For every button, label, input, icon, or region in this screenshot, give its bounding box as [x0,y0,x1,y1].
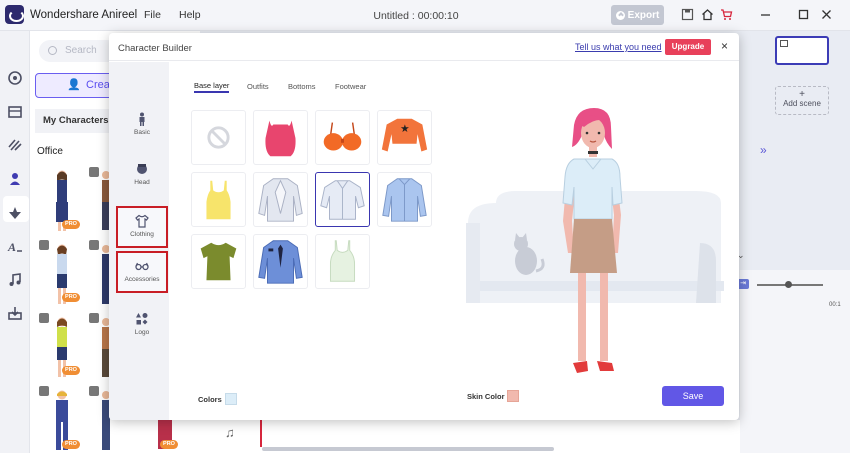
tab-basic-label: Basic [134,129,150,136]
skin-color-swatch[interactable] [507,390,519,402]
close-dialog-icon[interactable]: × [721,40,728,52]
add-scene-button[interactable]: + Add scene [775,86,829,115]
clothing-item-yellow-tank-top[interactable] [191,172,246,227]
download-icon[interactable] [39,313,49,323]
clothing-item-orange-bikini-top[interactable] [315,110,370,165]
music-track-icon[interactable]: ♫ [225,425,235,440]
preview-character [562,108,623,373]
pro-badge: PRO [62,293,80,302]
close-window-icon[interactable] [820,8,833,21]
horizontal-scrollbar[interactable] [262,447,554,451]
preview-scene [466,108,724,373]
search-input[interactable]: Search [39,40,119,62]
clothing-item-blue-shirt[interactable] [377,172,432,227]
svg-text:★: ★ [400,123,410,135]
clothing-item-green-camisole[interactable] [315,234,370,289]
none-icon [207,126,230,149]
maximize-icon[interactable] [797,8,810,21]
scene-number-icon [780,40,788,47]
shapes-icon [135,312,149,326]
tab-logo[interactable]: Logo [116,306,168,348]
media-icon[interactable] [7,70,23,86]
section-title-office: Office [37,146,63,157]
tab-bottoms[interactable]: Bottoms [288,82,316,91]
create-character-button[interactable]: Create [35,73,119,98]
shirt-icon [135,214,149,228]
clothing-item-blue-uniform-shirt[interactable] [253,234,308,289]
clothing-item-white-blouse[interactable] [315,172,370,227]
pro-badge: PRO [160,440,178,449]
clothing-item-olive-tshirt[interactable] [191,234,246,289]
scene-thumbnail[interactable] [775,36,829,65]
cart-icon[interactable] [720,8,733,21]
pro-badge: PRO [62,366,80,375]
expand-panel-icon[interactable]: » [760,143,767,157]
clothing-item-none[interactable] [191,110,246,165]
music-rail-icon[interactable] [7,272,23,288]
character-icon[interactable] [7,171,23,187]
title-bar: Wondershare Anireel File Help Untitled :… [0,0,850,31]
head-icon [135,162,149,176]
skin-color-label: Skin Color [467,392,505,401]
props-icon[interactable] [7,205,23,221]
import-icon[interactable] [7,305,23,321]
add-scene-label: Add scene [783,99,821,108]
glasses-icon [135,259,149,273]
clothing-item-white-jacket[interactable] [253,172,308,227]
svg-text:A: A [7,240,16,254]
download-icon[interactable] [39,386,49,396]
tab-base-layer[interactable]: Base layer [194,81,229,90]
tab-accessories[interactable]: Accessories [116,251,168,293]
tab-outfits[interactable]: Outfits [247,82,269,91]
clothing-item-pink-crop-top[interactable] [253,110,308,165]
download-icon[interactable] [39,240,49,250]
tab-footwear[interactable]: Footwear [335,82,366,91]
clothing-color-swatch[interactable] [225,393,237,405]
save-icon[interactable] [681,8,694,21]
active-tab-indicator [194,91,229,93]
timeline-area [740,270,850,453]
pro-badge: PRO [62,440,80,449]
tab-logo-label: Logo [134,329,150,336]
builder-side-tabs: Basic Head Clothing Accessories Logo [109,62,169,420]
my-characters-tab[interactable]: My Characters [35,109,115,133]
tab-accessories-label: Accessories [124,276,160,283]
left-rail: A [0,31,30,453]
character-builder-dialog: Character Builder Tell us what you need … [109,33,739,420]
tab-head-label: Head [134,179,150,186]
export-button[interactable]: Export [611,5,664,25]
background-icon[interactable] [7,137,23,153]
dialog-header: Character Builder Tell us what you need … [109,33,739,61]
text-icon[interactable]: A [7,238,23,254]
clothing-item-orange-star-crop-top[interactable]: ★ [377,110,432,165]
home-icon[interactable] [701,8,714,21]
dialog-title: Character Builder [118,43,192,54]
tab-head[interactable]: Head [116,156,168,198]
save-button[interactable]: Save [662,386,724,406]
character-preview [466,103,726,393]
playhead[interactable] [260,420,262,447]
pro-badge: PRO [62,220,80,229]
time-marker: 00:1 [829,302,841,308]
minimize-icon[interactable] [759,8,772,21]
add-scene-plus: + [799,89,805,100]
tab-clothing-label: Clothing [130,231,154,238]
scenes-icon[interactable] [7,104,23,120]
upgrade-button[interactable]: Upgrade [665,39,711,55]
body-icon [135,112,149,126]
tab-clothing[interactable]: Clothing [116,206,168,248]
export-label: Export [627,9,660,21]
colors-label: Colors [198,395,222,404]
tab-basic[interactable]: Basic [116,106,168,148]
export-icon [615,10,625,20]
feedback-link[interactable]: Tell us what you need [575,42,662,52]
zoom-slider-knob[interactable] [785,281,792,288]
